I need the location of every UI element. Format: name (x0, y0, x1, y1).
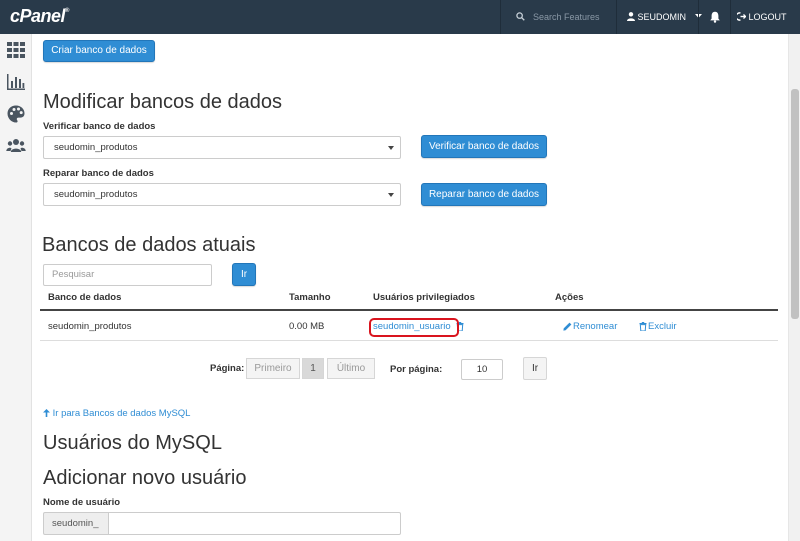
search-icon (516, 12, 525, 21)
database-search-input[interactable]: Pesquisar (43, 264, 212, 286)
divider (730, 0, 731, 34)
logout-icon (735, 12, 747, 21)
check-database-label: Verificar banco de dados (43, 121, 156, 132)
user-highlight-annotation (369, 318, 459, 337)
current-page-button[interactable]: 1 (302, 358, 324, 379)
username-prefix: seudomin_ (43, 512, 108, 535)
per-page-value: 10 (476, 364, 488, 375)
last-page-button[interactable]: Último (327, 358, 375, 379)
username: SEUDOMIN (637, 12, 687, 22)
database-size: 0.00 MB (289, 321, 325, 332)
trash-icon[interactable] (639, 322, 647, 331)
column-header-privileged-users: Usuários privilegiados (373, 292, 475, 303)
table-header-divider (40, 309, 778, 311)
repair-database-label: Reparar banco de dados (43, 168, 154, 179)
repair-database-selected: seudomin_produtos (54, 189, 138, 200)
palette-icon[interactable] (6, 104, 26, 124)
top-navbar: cPanel® Search Features SEUDOMIN LOGOUT (0, 0, 800, 34)
per-page-go-button[interactable]: Ir (523, 357, 547, 380)
bar-chart-icon[interactable] (6, 72, 26, 92)
arrow-up-icon (43, 409, 50, 417)
column-header-size[interactable]: Tamanho (289, 292, 331, 303)
column-header-database[interactable]: Banco de dados (48, 292, 121, 303)
modify-databases-heading: Modificar bancos de dados (43, 91, 283, 113)
cpanel-logo[interactable]: cPanel® (10, 6, 69, 27)
back-to-mysql-label: Ir para Bancos de dados MySQL (52, 408, 191, 419)
search-features[interactable]: Search Features (508, 0, 608, 34)
user-menu[interactable]: SEUDOMIN (627, 0, 702, 34)
first-page-button[interactable]: Primeiro (246, 358, 300, 379)
user-icon (627, 12, 635, 21)
create-database-button[interactable]: Criar banco de dados (43, 40, 155, 62)
caret-down-icon (388, 193, 394, 197)
users-icon[interactable] (6, 136, 26, 156)
add-new-user-heading: Adicionar novo usuário (43, 467, 247, 489)
bell-icon[interactable] (709, 11, 721, 23)
delete-link[interactable]: Excluir (648, 321, 677, 332)
page-label: Página: (210, 363, 245, 374)
database-search-placeholder: Pesquisar (52, 269, 95, 280)
caret-down-icon (388, 146, 394, 150)
mysql-users-heading: Usuários do MySQL (43, 432, 222, 454)
username-label: Nome de usuário (43, 497, 121, 508)
per-page-label: Por página: (390, 364, 443, 375)
check-database-select[interactable]: seudomin_produtos (43, 136, 401, 159)
per-page-input[interactable]: 10 (461, 359, 503, 380)
search-features-placeholder: Search Features (533, 12, 600, 22)
repair-database-select[interactable]: seudomin_produtos (43, 183, 401, 206)
pencil-icon[interactable] (563, 322, 572, 331)
row-divider (40, 340, 778, 341)
scrollbar-thumb[interactable] (791, 89, 799, 319)
divider (500, 0, 501, 34)
repair-database-button[interactable]: Reparar banco de dados (421, 183, 547, 206)
column-header-actions: Ações (555, 292, 584, 303)
check-database-button[interactable]: Verificar banco de dados (421, 135, 547, 158)
sidebar (0, 34, 32, 541)
username-input[interactable] (108, 512, 401, 535)
database-search-button[interactable]: Ir (232, 263, 256, 286)
logout-button[interactable]: LOGOUT (735, 0, 787, 34)
page-scrollbar[interactable] (788, 34, 800, 541)
current-databases-heading: Bancos de dados atuais (42, 234, 256, 256)
rename-link[interactable]: Renomear (573, 321, 617, 332)
database-name: seudomin_produtos (48, 321, 132, 332)
back-to-mysql-link[interactable]: Ir para Bancos de dados MySQL (43, 408, 190, 419)
logout-label: LOGOUT (748, 12, 787, 22)
grid-icon[interactable] (6, 40, 26, 60)
check-database-selected: seudomin_produtos (54, 142, 138, 153)
divider (616, 0, 617, 34)
divider (698, 0, 699, 34)
